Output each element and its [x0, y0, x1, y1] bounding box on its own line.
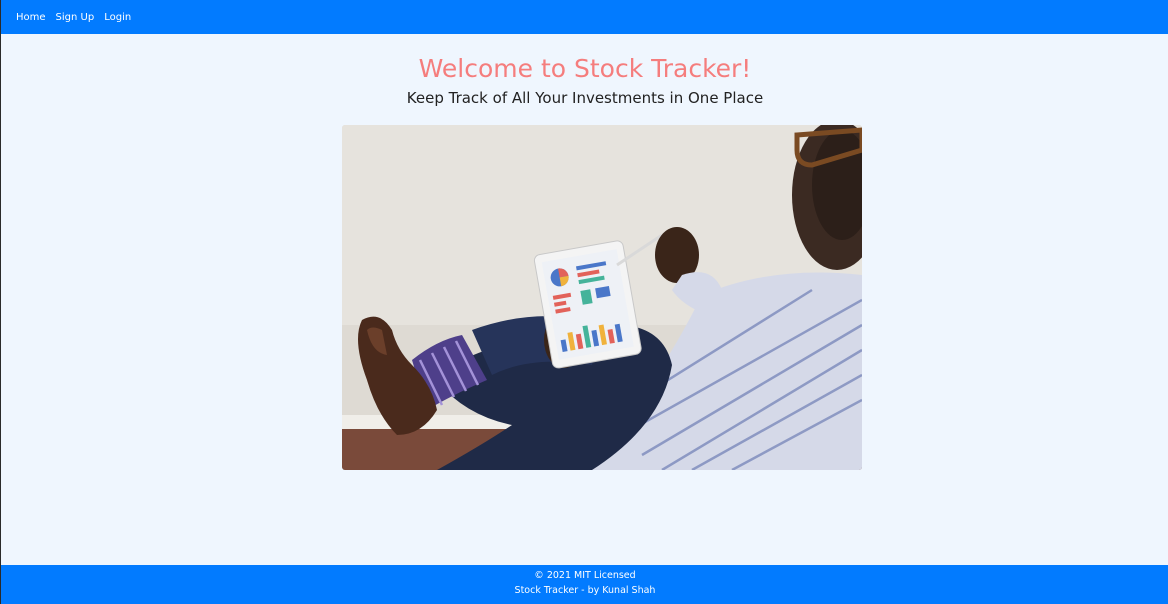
page-title: Welcome to Stock Tracker! — [418, 54, 752, 83]
hero-illustration — [342, 125, 862, 470]
page-subtitle: Keep Track of All Your Investments in On… — [406, 89, 764, 107]
hero-image — [342, 125, 862, 470]
main-content: Welcome to Stock Tracker! Keep Track of … — [1, 34, 1168, 565]
footer: © 2021 MIT Licensed Stock Tracker - by K… — [1, 565, 1168, 604]
nav-link-home[interactable]: Home — [16, 12, 46, 23]
navbar: Home Sign Up Login — [1, 0, 1168, 34]
nav-link-sign-up[interactable]: Sign Up — [56, 12, 95, 23]
nav-link-login[interactable]: Login — [104, 12, 131, 23]
footer-copyright: © 2021 MIT Licensed — [534, 570, 636, 581]
footer-credit: Stock Tracker - by Kunal Shah — [514, 585, 656, 596]
